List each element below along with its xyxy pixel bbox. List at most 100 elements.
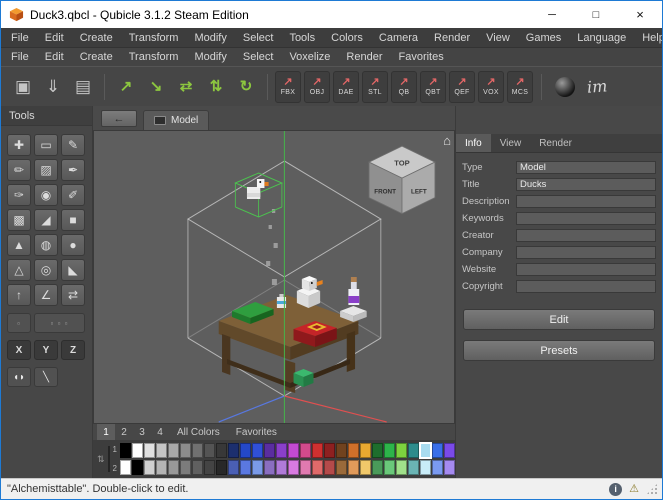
- palette-color-swatch[interactable]: [228, 443, 239, 458]
- close-button[interactable]: ×: [618, 1, 662, 28]
- palette-color-swatch[interactable]: [408, 443, 419, 458]
- tool-pencil-button[interactable]: ✎: [61, 134, 85, 156]
- quickmenu-render[interactable]: Render: [338, 48, 390, 66]
- palette-color-swatch[interactable]: [384, 443, 395, 458]
- edit-button[interactable]: Edit: [463, 309, 655, 330]
- palette-color-swatch[interactable]: [336, 443, 347, 458]
- quickmenu-edit[interactable]: Edit: [37, 48, 72, 66]
- export-qb-button[interactable]: ↗ QB: [391, 70, 417, 103]
- palette-color-swatch[interactable]: [252, 460, 263, 475]
- website-input[interactable]: [516, 262, 656, 276]
- palette-color-swatch[interactable]: [264, 443, 275, 458]
- menu-help[interactable]: Help: [634, 28, 662, 47]
- palette-color-swatch[interactable]: [180, 443, 191, 458]
- tool-pick-color-button[interactable]: ✐: [61, 184, 85, 206]
- palette-color-swatch[interactable]: [240, 460, 251, 475]
- export-dae-button[interactable]: ↗ DAE: [333, 70, 359, 103]
- palette-color-swatch[interactable]: [252, 443, 263, 458]
- menu-camera[interactable]: Camera: [371, 28, 426, 47]
- palette-color-swatch[interactable]: [432, 443, 443, 458]
- palette-color-swatch[interactable]: [396, 443, 407, 458]
- quickmenu-create[interactable]: Create: [72, 48, 121, 66]
- warning-icon[interactable]: ⚠: [629, 483, 639, 495]
- tab-info[interactable]: Info: [456, 134, 491, 152]
- palette-color-swatch[interactable]: [192, 443, 203, 458]
- minimize-button[interactable]: ─: [530, 1, 574, 28]
- palette-color-swatch[interactable]: [216, 443, 227, 458]
- tool-mirror-button[interactable]: ⇄: [61, 284, 85, 306]
- mirror-x-button[interactable]: X: [7, 340, 31, 360]
- palette-tab-3[interactable]: 3: [133, 424, 151, 440]
- palette-color-swatch[interactable]: [192, 460, 203, 475]
- tool-move-button[interactable]: ✚: [7, 134, 31, 156]
- creator-input[interactable]: [516, 228, 656, 242]
- tool-select-button[interactable]: ▭: [34, 134, 58, 156]
- tool-tube-button[interactable]: ◎: [34, 259, 58, 281]
- menu-transform[interactable]: Transform: [121, 28, 187, 47]
- quickmenu-voxelize[interactable]: Voxelize: [281, 48, 338, 66]
- arrow-down-right-button[interactable]: ↘: [142, 72, 170, 102]
- palette-color-swatch[interactable]: [288, 443, 299, 458]
- tool-erase-button[interactable]: ▨: [34, 159, 58, 181]
- tab-render[interactable]: Render: [530, 134, 581, 152]
- palette-color-swatch[interactable]: [396, 460, 407, 475]
- nav-cube-left-label[interactable]: LEFT: [411, 188, 427, 195]
- menu-select[interactable]: Select: [235, 28, 282, 47]
- line-tool-button[interactable]: ╲: [34, 367, 58, 387]
- palette-color-swatch[interactable]: [216, 460, 227, 475]
- palette-color-swatch[interactable]: [360, 443, 371, 458]
- description-input[interactable]: [516, 194, 656, 208]
- maximize-button[interactable]: □: [574, 1, 618, 28]
- single-matrix-mode-button[interactable]: ▫: [7, 313, 31, 333]
- viewport-3d[interactable]: TOP FRONT LEFT ⌂: [93, 130, 455, 423]
- palette-color-swatch[interactable]: [132, 443, 143, 458]
- tab-view[interactable]: View: [491, 134, 531, 152]
- export-mcs-button[interactable]: ↗ MCS: [507, 70, 533, 103]
- swap-horizontal-button[interactable]: ⇄: [172, 72, 200, 102]
- palette-color-swatch[interactable]: [432, 460, 443, 475]
- palette-color-swatch[interactable]: [444, 460, 455, 475]
- palette-color-swatch[interactable]: [228, 460, 239, 475]
- tool-extrude-button[interactable]: ↑: [7, 284, 31, 306]
- menu-language[interactable]: Language: [569, 28, 634, 47]
- tool-wedge-button[interactable]: ◢: [34, 209, 58, 231]
- palette-scroll-icon[interactable]: ⇅: [97, 454, 105, 465]
- rotate-button[interactable]: ↻: [232, 72, 260, 102]
- export-obj-button[interactable]: ↗ OBJ: [304, 70, 330, 103]
- nav-cube-top-label[interactable]: TOP: [394, 158, 409, 167]
- mirror-z-button[interactable]: Z: [61, 340, 85, 360]
- save-button[interactable]: ▤: [69, 72, 97, 102]
- palette-color-swatch[interactable]: [156, 460, 167, 475]
- palette-color-swatch[interactable]: [180, 460, 191, 475]
- menu-modify[interactable]: Modify: [186, 28, 234, 47]
- quickmenu-favorites[interactable]: Favorites: [391, 48, 452, 66]
- tool-sphere-button[interactable]: ●: [61, 234, 85, 256]
- palette-color-swatch[interactable]: [156, 443, 167, 458]
- import-button[interactable]: ⇓: [39, 72, 67, 102]
- mirror-y-button[interactable]: Y: [34, 340, 58, 360]
- palette-tab-2[interactable]: 2: [115, 424, 133, 440]
- palette-color-swatch[interactable]: [336, 460, 347, 475]
- tool-box-button[interactable]: ▩: [7, 209, 31, 231]
- nav-cube-front-label[interactable]: FRONT: [374, 188, 396, 195]
- info-circle-icon[interactable]: i: [609, 482, 623, 496]
- tool-fill-button[interactable]: ◉: [34, 184, 58, 206]
- tool-prism-button[interactable]: ◣: [61, 259, 85, 281]
- palette-color-swatch[interactable]: [348, 443, 359, 458]
- palette-color-swatch[interactable]: [300, 443, 311, 458]
- palette-color-swatch[interactable]: [324, 460, 335, 475]
- company-input[interactable]: [516, 245, 656, 259]
- tool-rectangle-button[interactable]: ■: [61, 209, 85, 231]
- navigation-cube[interactable]: TOP FRONT LEFT: [364, 141, 440, 217]
- palette-color-swatch[interactable]: [372, 443, 383, 458]
- palette-color-swatch[interactable]: [444, 443, 455, 458]
- tab-model[interactable]: Model: [143, 110, 210, 130]
- palette-color-swatch[interactable]: [120, 443, 131, 458]
- new-matrix-button[interactable]: ▣: [9, 72, 37, 102]
- palette-color-swatch[interactable]: [240, 443, 251, 458]
- palette-color-swatch[interactable]: [204, 443, 215, 458]
- home-icon[interactable]: ⌂: [443, 134, 451, 147]
- palette-view-all-colors[interactable]: All Colors: [169, 424, 228, 440]
- palette-color-swatch[interactable]: [264, 460, 275, 475]
- current-color-swatch[interactable]: [107, 446, 110, 472]
